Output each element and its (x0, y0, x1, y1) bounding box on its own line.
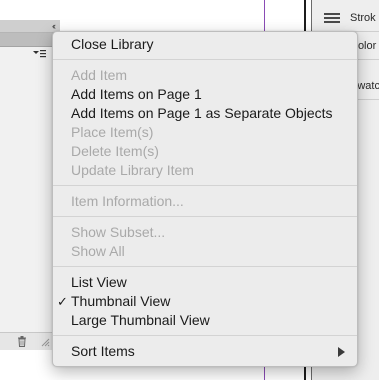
menu-item-place-items[interactable]: Place Item(s) (53, 123, 357, 142)
checkmark-icon: ✓ (57, 294, 68, 309)
menu-item-add-items-separate[interactable]: Add Items on Page 1 as Separate Objects (53, 104, 357, 123)
menu-separator (53, 59, 357, 60)
menu-item-label: Sort Items (71, 343, 135, 359)
menu-item-show-all[interactable]: Show All (53, 242, 357, 261)
menu-item-label: Thumbnail View (71, 293, 171, 309)
submenu-arrow-icon (338, 347, 345, 357)
panel-tab-bar (0, 33, 60, 58)
menu-item-thumbnail-view[interactable]: ✓ Thumbnail View (53, 292, 357, 311)
menu-item-label: Add Items on Page 1 as Separate Objects (71, 105, 333, 121)
library-context-menu: Close Library Add Item Add Items on Page… (52, 31, 358, 367)
collapse-panel-icon[interactable]: ‹‹ (52, 20, 56, 32)
menu-item-add-item[interactable]: Add Item (53, 66, 357, 85)
panel-menu-icon[interactable] (32, 49, 46, 58)
menu-item-sort-items[interactable]: Sort Items (53, 342, 357, 361)
menu-separator (53, 335, 357, 336)
menu-item-label: Place Item(s) (71, 124, 154, 140)
trash-icon[interactable] (17, 336, 27, 347)
menu-separator (53, 185, 357, 186)
menu-item-label: Update Library Item (71, 162, 194, 178)
screen: ‹‹ Strok Color Swatc Close Library Add I… (0, 0, 379, 380)
menu-item-delete-items[interactable]: Delete Item(s) (53, 142, 357, 161)
menu-item-close-library[interactable]: Close Library (53, 35, 357, 54)
menu-item-label: Delete Item(s) (71, 143, 159, 159)
resize-grip-icon[interactable] (40, 337, 50, 347)
panel-tab-label: Strok (350, 12, 376, 24)
menu-item-label: Item Information... (71, 193, 184, 209)
stroke-icon (324, 13, 340, 23)
menu-item-large-thumbnail-view[interactable]: Large Thumbnail View (53, 311, 357, 330)
menu-item-item-information[interactable]: Item Information... (53, 192, 357, 211)
menu-item-label: Add Item (71, 67, 128, 83)
panel-tab-stroke[interactable]: Strok (312, 4, 379, 32)
menu-item-label: Add Items on Page 1 (71, 86, 202, 102)
menu-item-label: Show All (71, 243, 125, 259)
menu-item-label: Close Library (71, 36, 154, 52)
menu-separator (53, 266, 357, 267)
menu-item-add-items-on-page[interactable]: Add Items on Page 1 (53, 85, 357, 104)
menu-separator (53, 216, 357, 217)
library-panel: ‹‹ (0, 20, 60, 350)
panel-titlebar: ‹‹ (0, 20, 60, 33)
menu-item-label: Show Subset... (71, 224, 166, 240)
menu-item-show-subset[interactable]: Show Subset... (53, 223, 357, 242)
menu-item-label: Large Thumbnail View (71, 312, 210, 328)
menu-item-update-library-item[interactable]: Update Library Item (53, 161, 357, 180)
panel-footer (0, 332, 60, 350)
menu-item-list-view[interactable]: List View (53, 273, 357, 292)
menu-item-label: List View (71, 274, 127, 290)
